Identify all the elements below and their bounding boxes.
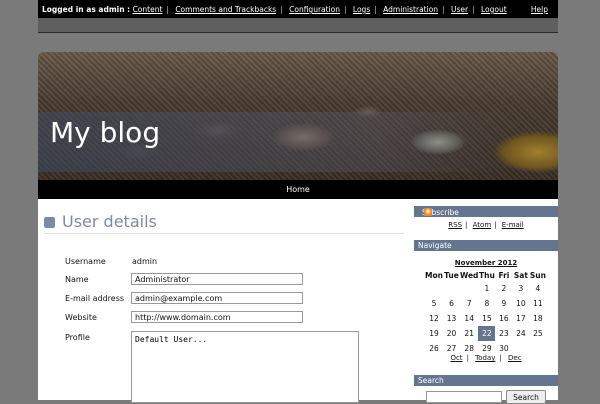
admin-link-logout[interactable]: Logout [481, 5, 507, 14]
admin-link-user[interactable]: User [451, 5, 468, 14]
calendar-day: 21 [464, 329, 474, 338]
calendar-day: 20 [446, 329, 457, 338]
calendar-day: 10 [516, 299, 526, 308]
admin-bar: Logged in as admin : Content | Comments a… [38, 0, 558, 18]
search-title: Search [418, 376, 444, 385]
email-link[interactable]: E-mail [502, 221, 524, 229]
profile-row: Profile Default User... [65, 331, 365, 403]
calendar-day-today[interactable]: 22 [478, 326, 496, 341]
navigate-header: Navigate [414, 240, 558, 251]
weekday-sun: Sun [529, 270, 546, 280]
calendar-day: 12 [429, 314, 439, 323]
calendar-today-link[interactable]: Today [475, 354, 495, 362]
weekday-sat: Sat [513, 270, 528, 280]
calendar-month-link[interactable]: November 2012 [414, 259, 558, 267]
name-field[interactable] [131, 273, 303, 285]
website-row: Website [65, 311, 365, 326]
website-field[interactable] [131, 311, 303, 323]
admin-links: Logged in as admin : Content | Comments a… [42, 5, 507, 14]
rss-icon[interactable]: ◉ [424, 208, 432, 216]
calendar-day: 4 [535, 284, 541, 293]
calendar-day: 24 [516, 329, 526, 338]
calendar-day: 17 [516, 314, 526, 323]
admin-link-content[interactable]: Content [133, 5, 163, 14]
weekday-tue: Tue [444, 270, 459, 280]
calendar-day: 19 [429, 329, 439, 338]
atom-link[interactable]: Atom [473, 221, 492, 229]
sidebar: Subscribe ◉ RSS | Atom | E-mail Navigate No… [414, 199, 558, 404]
name-label: Name [65, 275, 89, 284]
calendar-week-row: 123 4 [425, 281, 546, 296]
admin-link-logs[interactable]: Logs [353, 5, 370, 14]
calendar-day: 23 [499, 329, 509, 338]
username-row: Username admin [65, 256, 365, 270]
calendar-day: 6 [449, 299, 454, 308]
calendar-weekday-row: Mon Tue Wed Thu Fri Sat Sun [425, 269, 546, 281]
calendar-day: 5 [431, 299, 437, 308]
calendar-week-row: 12 13 14 15 16 17 18 [425, 311, 546, 326]
search-button[interactable]: Search [506, 390, 546, 404]
page-heading: User details [44, 212, 404, 234]
calendar-day[interactable]: 1 [478, 281, 495, 296]
calendar-empty-cell [443, 281, 460, 296]
calendar-week-row: 5 6 7 8 9 10 11 [425, 296, 546, 311]
page-title: User details [62, 212, 157, 231]
email-label: E-mail address [65, 294, 125, 303]
calendar-day: 7 [466, 299, 472, 308]
search-input[interactable] [426, 391, 502, 403]
weekday-fri: Fri [498, 270, 510, 280]
calendar-day: 18 [533, 314, 543, 323]
blog-title[interactable]: My blog [50, 116, 160, 149]
logged-in-label: Logged in as admin : [42, 5, 131, 14]
calendar-prev-month[interactable]: Oct [450, 354, 462, 362]
calendar: Mon Tue Wed Thu Fri Sat Sun 1 2 3 4 5 6 7 8 9 10 1… [425, 269, 546, 356]
search-header: Search [414, 375, 558, 386]
admin-link-administration[interactable]: Administration [383, 5, 438, 14]
email-row: E-mail address [65, 292, 365, 307]
profile-label: Profile [65, 333, 90, 342]
profile-textarea[interactable]: Default User... [131, 331, 359, 403]
main-nav: Home [38, 180, 558, 199]
calendar-day: 8 [484, 299, 490, 308]
calendar-week-row: 19 20 21 22 23 24 25 [425, 326, 546, 341]
weekday-thu: Thu [479, 270, 495, 280]
subscribe-links: RSS | Atom | E-mail [448, 221, 524, 229]
calendar-nav: Oct | Today | Dec [450, 354, 522, 362]
calendar-day[interactable]: 2 [495, 281, 512, 296]
calendar-day: 14 [464, 314, 474, 323]
website-label: Website [65, 313, 97, 322]
calendar-day: 25 [533, 329, 543, 338]
nav-home-link[interactable]: Home [286, 185, 310, 194]
calendar-day[interactable]: 9 [495, 296, 512, 311]
weekday-mon: Mon [425, 270, 443, 280]
subscribe-header: Subscribe ◉ [414, 206, 558, 217]
blog-header-banner: My blog [38, 52, 558, 180]
calendar-day: 16 [499, 314, 509, 323]
admin-bar-strip [38, 18, 558, 33]
weekday-wed: Wed [459, 270, 479, 280]
name-row: Name [65, 273, 365, 288]
rss-link[interactable]: RSS [448, 221, 462, 229]
help-link[interactable]: Help [531, 5, 548, 14]
calendar-empty-cell [460, 281, 478, 296]
calendar-day: 13 [446, 314, 457, 323]
email-field[interactable] [131, 292, 303, 304]
username-label: Username [65, 257, 106, 266]
calendar-day: 11 [533, 299, 543, 308]
calendar-empty-cell [425, 281, 443, 296]
calendar-days: 1 2 3 4 5 6 7 8 9 10 11 12 13 14 15 16 17 18 19 20 21 22 23 24 2… [425, 281, 546, 356]
admin-link-comments[interactable]: Comments and Trackbacks [175, 5, 276, 14]
calendar-next-month[interactable]: Dec [508, 354, 522, 362]
navigate-title: Navigate [418, 241, 452, 250]
admin-link-configuration[interactable]: Configuration [289, 5, 340, 14]
main-content: User details Username admin Name E-mail … [38, 199, 408, 403]
username-value: admin [132, 257, 158, 266]
calendar-day: 15 [482, 314, 492, 323]
heading-square-icon [44, 217, 55, 228]
calendar-day: 3 [518, 284, 524, 293]
